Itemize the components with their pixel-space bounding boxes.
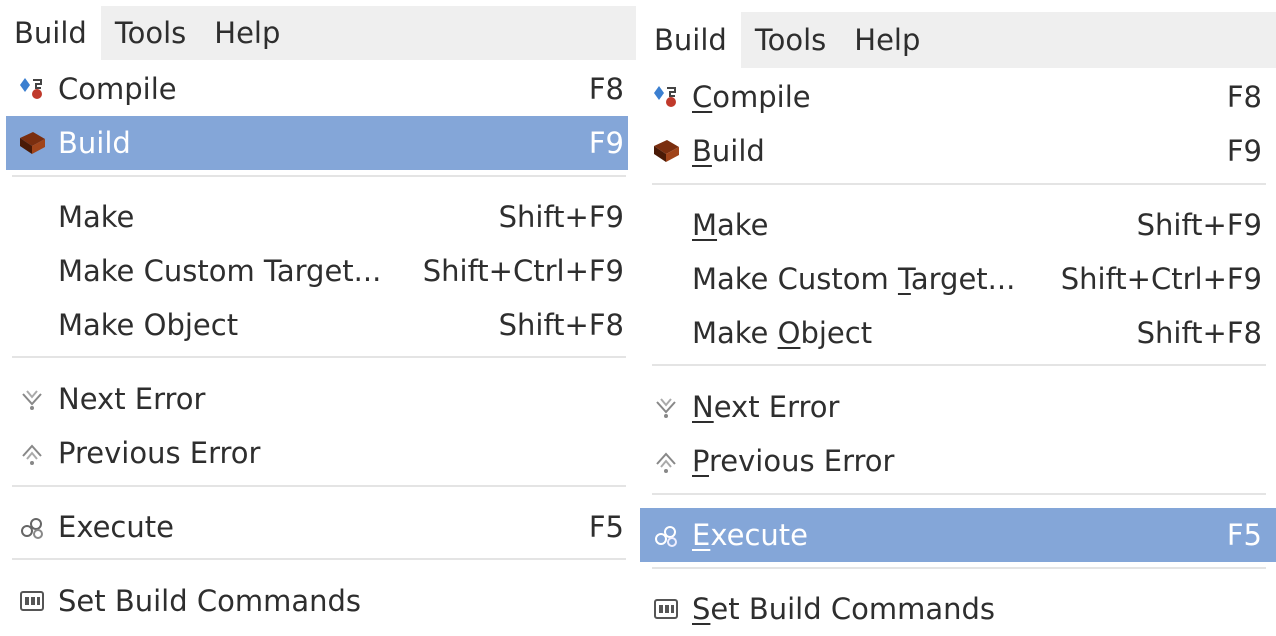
build-brick-icon [12,128,52,158]
previous-error-icon [12,438,52,468]
next-error-icon [646,392,686,422]
menu-item-label: Set Build Commands [58,584,362,618]
mnemonic: S [692,592,711,626]
accelerator: Shift+F8 [1136,316,1262,350]
menu-build[interactable]: Build [0,6,101,60]
menu-item-label: Next Error [58,382,206,416]
menu-item-label: Build [58,126,131,160]
set-build-commands-icon [12,586,52,616]
menu-item-label: Make Object [692,316,873,350]
menu-item-set-build-commands[interactable]: Set Build Commands [640,582,1276,636]
accelerator: F8 [588,72,624,106]
menu-item-label: Next Error [692,390,840,424]
accelerator: F8 [1226,80,1262,114]
build-brick-icon [646,136,686,166]
build-menu-panel-right: Build Tools Help Compile F8 Build F9 Mak… [640,0,1276,626]
separator [12,558,626,560]
menubar: Build Tools Help [640,12,1276,68]
mnemonic: B [692,134,712,168]
mnemonic: T [897,262,911,296]
previous-error-icon [646,446,686,476]
menu-item-label: Execute [692,518,808,552]
separator [652,567,1266,569]
menu-item-label: Execute [58,510,174,544]
menu-item-execute[interactable]: Execute F5 [640,508,1276,562]
accelerator: Shift+F9 [498,200,624,234]
menu-build[interactable]: Build [640,12,741,68]
menu-item-make[interactable]: Make Shift+F9 [640,198,1276,252]
accelerator: F5 [588,510,624,544]
menu-item-label: Set Build Commands [692,592,996,626]
build-menu-panel-left: Build Tools Help Compile F8 Build F9 Mak… [0,0,636,626]
menu-help[interactable]: Help [200,6,294,60]
accelerator: F9 [1226,134,1262,168]
menu-item-make-object[interactable]: Make Object Shift+F8 [6,298,628,352]
menu-item-build[interactable]: Build F9 [640,124,1276,178]
menu-item-label: Make [58,200,135,234]
menubar: Build Tools Help [0,6,636,60]
menu-item-label: Make Custom Target... [692,262,1016,296]
menu-item-make-object[interactable]: Make Object Shift+F8 [640,306,1276,360]
menu-item-next-error[interactable]: Next Error [640,380,1276,434]
menu-help[interactable]: Help [840,12,934,68]
accelerator: Shift+Ctrl+F9 [422,254,624,288]
menu-item-label: Previous Error [58,436,261,470]
menu-tools[interactable]: Tools [101,6,200,60]
menu-item-label: Make [692,208,769,242]
menu-item-compile[interactable]: Compile F8 [6,62,628,116]
next-error-icon [12,384,52,414]
mnemonic: C [692,80,713,114]
mnemonic: N [692,390,714,424]
menu-tools[interactable]: Tools [741,12,840,68]
mnemonic: E [692,518,711,552]
menu-item-previous-error[interactable]: Previous Error [6,426,628,480]
accelerator: F9 [588,126,624,160]
compile-icon [12,74,52,104]
menu-item-build[interactable]: Build F9 [6,116,628,170]
menu-item-make-custom-target[interactable]: Make Custom Target... Shift+Ctrl+F9 [640,252,1276,306]
separator [12,485,626,487]
accelerator: F5 [1226,518,1262,552]
separator [652,183,1266,185]
separator [652,364,1266,366]
menu-item-make[interactable]: Make Shift+F9 [6,190,628,244]
accelerator: Shift+F9 [1136,208,1262,242]
separator [12,175,626,177]
menu-item-previous-error[interactable]: Previous Error [640,434,1276,488]
menu-item-compile[interactable]: Compile F8 [640,70,1276,124]
accelerator: Shift+Ctrl+F9 [1060,262,1262,296]
menu-item-set-build-commands[interactable]: Set Build Commands [6,574,628,628]
menu-item-label: Previous Error [692,444,895,478]
execute-icon [12,512,52,542]
menu-item-execute[interactable]: Execute F5 [6,500,628,554]
menu-item-next-error[interactable]: Next Error [6,372,628,426]
menu-item-make-custom-target[interactable]: Make Custom Target... Shift+Ctrl+F9 [6,244,628,298]
compile-icon [646,82,686,112]
mnemonic: M [692,208,718,242]
execute-icon [646,520,686,550]
menu-item-label: Compile [58,72,177,106]
mnemonic: P [692,444,709,478]
menu-item-label: Make Object [58,308,239,342]
accelerator: Shift+F8 [498,308,624,342]
menu-item-label: Compile [692,80,811,114]
menu-item-label: Make Custom Target... [58,254,382,288]
mnemonic: O [777,316,801,350]
menu-item-label: Build [692,134,765,168]
separator [652,493,1266,495]
separator [12,356,626,358]
set-build-commands-icon [646,594,686,624]
